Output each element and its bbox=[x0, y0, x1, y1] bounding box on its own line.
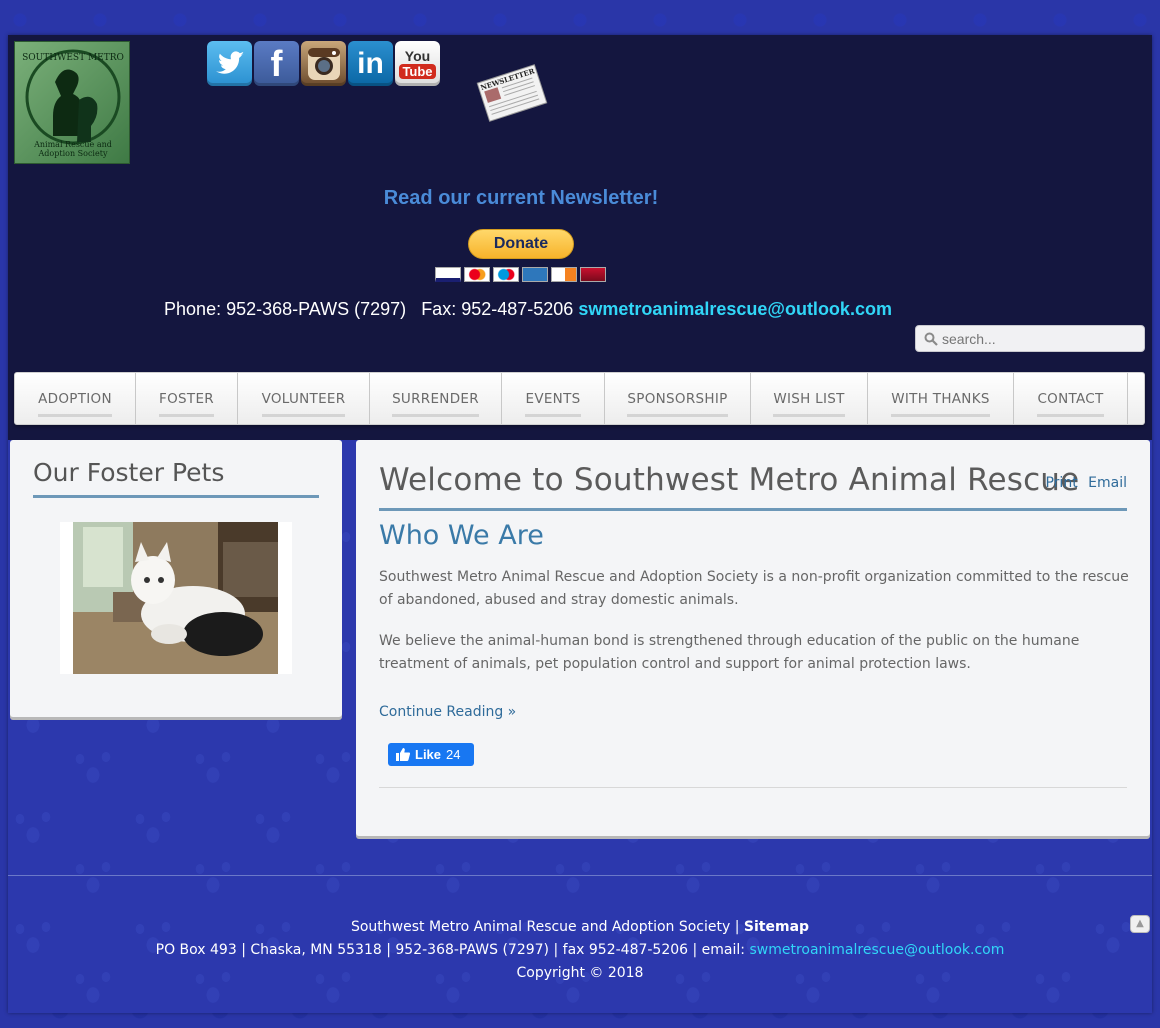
search-icon[interactable] bbox=[924, 332, 938, 346]
facebook-like-button[interactable]: Like 24 bbox=[388, 743, 474, 766]
footer-copyright: Copyright © 2018 bbox=[516, 965, 644, 981]
nav-label: WITH THANKS bbox=[891, 391, 990, 417]
youtube-glyph-bottom: Tube bbox=[399, 63, 436, 79]
visa-card-icon bbox=[435, 267, 461, 282]
footer-text: Southwest Metro Animal Rescue and Adopti… bbox=[8, 916, 1152, 985]
newsletter-link-text[interactable]: Read our current Newsletter! bbox=[384, 187, 659, 209]
newsletter-link[interactable]: Read our current Newsletter! bbox=[8, 187, 1034, 210]
search-box bbox=[915, 325, 1145, 352]
nav-label: ADOPTION bbox=[38, 391, 112, 417]
sidebar-foster-pets: Our Foster Pets bbox=[10, 440, 342, 717]
sidebar-title: Our Foster Pets bbox=[33, 458, 319, 498]
twitter-icon[interactable] bbox=[207, 41, 252, 86]
site-logo[interactable]: SOUTHWEST METRO Animal Rescue and Adopti… bbox=[14, 41, 130, 164]
intro-paragraph-1: Southwest Metro Animal Rescue and Adopti… bbox=[379, 569, 1129, 608]
newsletter-icon[interactable]: NEWSLETTER bbox=[474, 63, 550, 123]
content-divider bbox=[379, 787, 1127, 788]
nav-item-adoption[interactable]: ADOPTION bbox=[15, 373, 136, 424]
section-heading: Who We Are bbox=[379, 520, 544, 551]
intro-paragraph-2: We believe the animal-human bond is stre… bbox=[379, 633, 1080, 672]
nav-label: FOSTER bbox=[159, 391, 214, 417]
bank-card-icon bbox=[580, 267, 606, 282]
amex-card-icon bbox=[522, 267, 548, 282]
nav-item-sponsorship[interactable]: SPONSORSHIP bbox=[605, 373, 751, 424]
phone-text: Phone: 952-368-PAWS (7297) bbox=[164, 299, 407, 319]
svg-text:SOUTHWEST METRO: SOUTHWEST METRO bbox=[22, 53, 124, 63]
logo-caption: Animal Rescue and Adoption Society bbox=[15, 140, 129, 158]
nav-label: EVENTS bbox=[525, 391, 581, 417]
discover-card-icon bbox=[551, 267, 577, 282]
main-nav: ADOPTION FOSTER VOLUNTEER SURRENDER EVEN… bbox=[14, 372, 1145, 425]
instagram-icon[interactable] bbox=[301, 41, 346, 86]
footer-org-name: Southwest Metro Animal Rescue and Adopti… bbox=[350, 919, 731, 935]
facebook-glyph: f bbox=[270, 42, 283, 84]
like-count: 24 bbox=[446, 747, 461, 762]
maestro-card-icon bbox=[493, 267, 519, 282]
linkedin-glyph: in bbox=[357, 46, 384, 80]
footer-line-2: PO Box 493 | Chaska, MN 55318 | 952-368-… bbox=[8, 939, 1152, 962]
foster-pet-photo[interactable] bbox=[60, 522, 292, 674]
footer-address: PO Box 493 | Chaska, MN 55318 | 952-368-… bbox=[155, 942, 750, 958]
footer-line-1: Southwest Metro Animal Rescue and Adopti… bbox=[8, 916, 1152, 939]
donate-button[interactable]: Donate bbox=[468, 229, 574, 259]
nav-label: VOLUNTEER bbox=[261, 391, 346, 417]
email-link[interactable]: Email bbox=[1088, 475, 1127, 491]
nav-label: SURRENDER bbox=[392, 391, 479, 417]
facebook-icon[interactable]: f bbox=[254, 41, 299, 86]
mastercard-icon bbox=[464, 267, 490, 282]
thumbs-up-icon bbox=[396, 748, 410, 761]
linkedin-icon[interactable]: in bbox=[348, 41, 393, 86]
nav-label: CONTACT bbox=[1037, 391, 1104, 417]
nav-item-events[interactable]: EVENTS bbox=[502, 373, 605, 424]
youtube-glyph-top: You bbox=[404, 47, 431, 64]
page-wrapper: SOUTHWEST METRO Animal Rescue and Adopti… bbox=[8, 35, 1152, 1013]
footer-email-link[interactable]: swmetroanimalrescue@outlook.com bbox=[749, 942, 1004, 958]
like-label: Like bbox=[415, 747, 442, 762]
nav-item-foster[interactable]: FOSTER bbox=[136, 373, 238, 424]
site-footer: Southwest Metro Animal Rescue and Adopti… bbox=[8, 875, 1152, 1013]
nav-label: SPONSORSHIP bbox=[627, 391, 728, 417]
fax-text: Fax: 952-487-5206 bbox=[421, 299, 574, 319]
header-email-link[interactable]: swmetroanimalrescue@outlook.com bbox=[578, 299, 892, 319]
search-input[interactable] bbox=[942, 329, 1138, 349]
print-link[interactable]: Print bbox=[1045, 475, 1077, 491]
scroll-to-top-icon[interactable]: ▲ bbox=[1130, 915, 1150, 933]
page-title: Welcome to Southwest Metro Animal Rescue bbox=[379, 462, 1080, 498]
youtube-icon[interactable]: You Tube bbox=[395, 41, 440, 86]
payment-cards bbox=[435, 267, 607, 283]
site-header: SOUTHWEST METRO Animal Rescue and Adopti… bbox=[8, 35, 1152, 440]
article-header: Welcome to Southwest Metro Animal Rescue… bbox=[379, 462, 1127, 511]
logo-caption-line-1: Animal Rescue and bbox=[34, 140, 112, 149]
nav-label: WISH LIST bbox=[773, 391, 845, 417]
nav-item-with-thanks[interactable]: WITH THANKS bbox=[868, 373, 1014, 424]
contact-line: Phone: 952-368-PAWS (7297) Fax: 952-487-… bbox=[8, 299, 1048, 320]
main-content: Welcome to Southwest Metro Animal Rescue… bbox=[356, 440, 1150, 836]
cat-photo-image bbox=[73, 522, 278, 674]
nav-item-volunteer[interactable]: VOLUNTEER bbox=[238, 373, 370, 424]
article-actions: Print Email bbox=[1039, 475, 1127, 491]
logo-caption-line-2: Adoption Society bbox=[38, 149, 108, 158]
donate-widget: Donate bbox=[435, 228, 607, 284]
continue-reading-link[interactable]: Continue Reading » bbox=[379, 704, 516, 720]
nav-item-wish-list[interactable]: WISH LIST bbox=[751, 373, 868, 424]
footer-separator: | bbox=[730, 919, 744, 935]
sitemap-link[interactable]: Sitemap bbox=[744, 919, 809, 935]
nav-item-surrender[interactable]: SURRENDER bbox=[370, 373, 502, 424]
nav-item-contact[interactable]: CONTACT bbox=[1014, 373, 1128, 424]
social-links: f in You Tube bbox=[207, 41, 440, 86]
